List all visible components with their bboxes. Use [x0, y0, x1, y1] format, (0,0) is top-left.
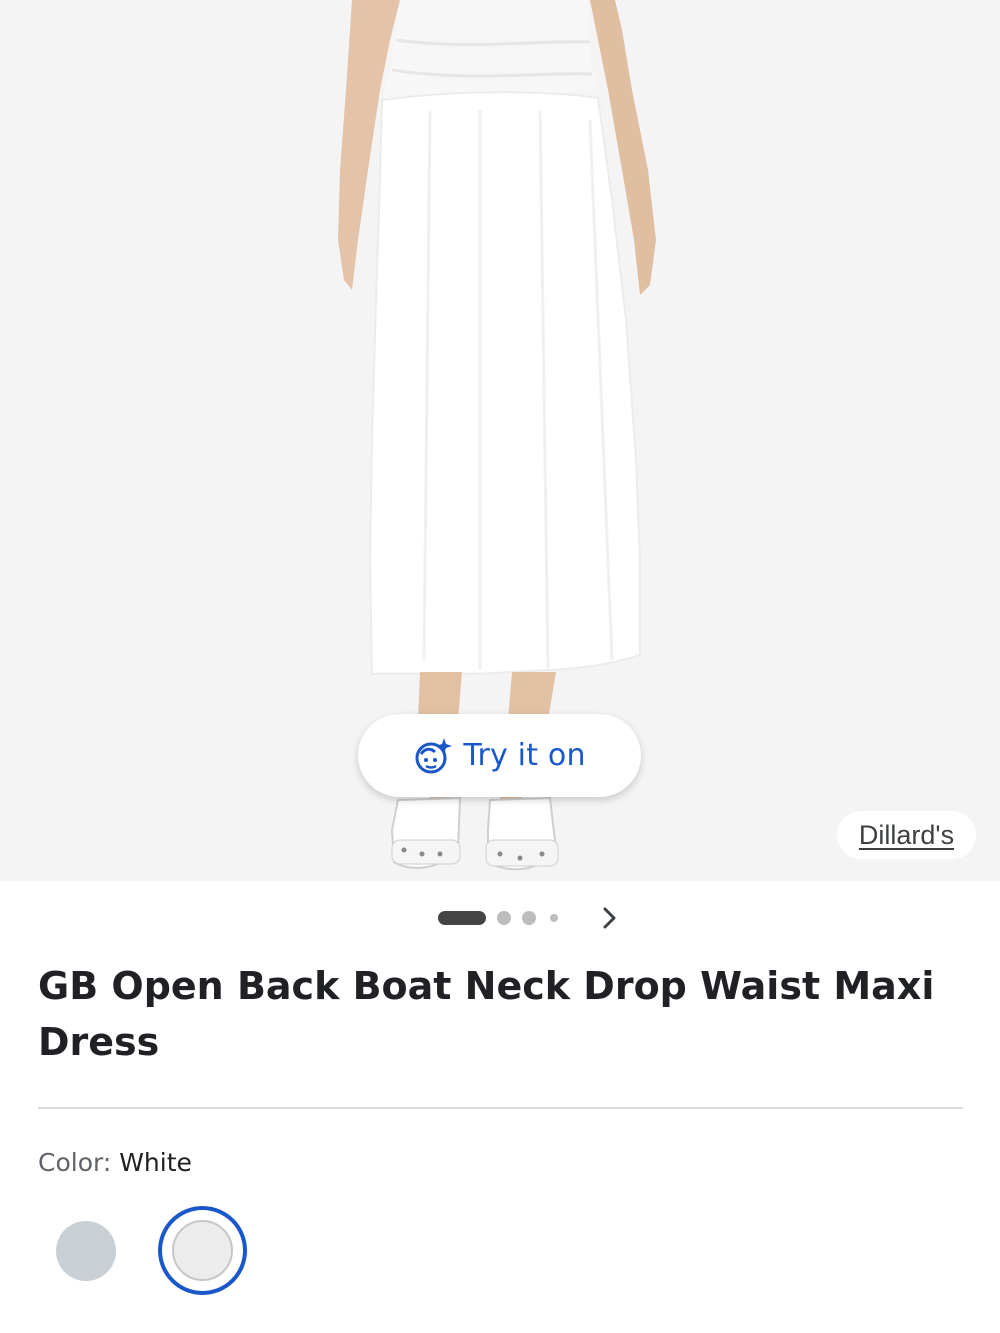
color-swatch-gray[interactable]: [56, 1221, 116, 1281]
try-it-on-label: Try it on: [463, 738, 586, 773]
try-it-on-button[interactable]: Try it on: [358, 714, 641, 797]
color-value: White: [119, 1148, 192, 1177]
color-swatch-white: [172, 1220, 233, 1281]
chevron-right-icon: [603, 907, 616, 929]
pager-dot[interactable]: [550, 914, 558, 922]
color-label: Color:: [38, 1148, 120, 1177]
sparkle-face-icon: [415, 737, 453, 773]
divider: [38, 1107, 963, 1109]
product-title: GB Open Back Boat Neck Drop Waist Maxi D…: [38, 964, 935, 1064]
pager-dot-active[interactable]: [438, 911, 486, 925]
next-image-button[interactable]: [594, 900, 624, 936]
seller-link[interactable]: Dillard's: [837, 811, 976, 859]
color-swatch-white-selected[interactable]: [158, 1206, 247, 1295]
image-pager: [0, 900, 1000, 936]
product-image-area[interactable]: Try it on Dillard's: [0, 0, 1000, 881]
color-selection-label: Color: White: [38, 1148, 192, 1177]
pager-dot[interactable]: [497, 911, 511, 925]
pager-dot[interactable]: [522, 911, 536, 925]
